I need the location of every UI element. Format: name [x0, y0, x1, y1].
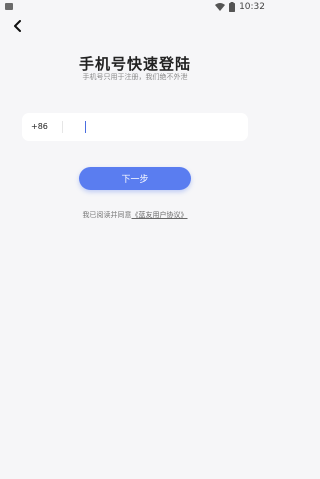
- page-subtitle: 手机号只用于注册，我们绝不外泄: [82, 73, 188, 81]
- field-divider: [62, 121, 63, 133]
- page-title: 手机号快速登陆: [78, 55, 191, 73]
- user-agreement-link[interactable]: 《蓝友用户协议》: [132, 211, 188, 219]
- next-step-button[interactable]: 下一步: [79, 167, 191, 190]
- back-button[interactable]: [9, 17, 27, 35]
- wifi-icon: [215, 3, 226, 11]
- phone-field-container[interactable]: +86: [22, 113, 255, 141]
- notification-square-icon: [5, 3, 13, 10]
- text-cursor: [85, 121, 86, 133]
- agreement-text: 我已阅读并同意《蓝友用户协议》: [0, 210, 270, 220]
- status-indicators: 10:32: [215, 1, 265, 13]
- battery-icon: [229, 2, 236, 12]
- phone-input[interactable]: [66, 117, 255, 137]
- chevron-left-icon: [13, 17, 23, 36]
- country-code[interactable]: +86: [31, 113, 48, 141]
- status-bar: 10:32: [0, 0, 270, 14]
- agreement-prefix: 我已阅读并同意: [82, 211, 132, 219]
- status-time: 10:32: [239, 2, 265, 12]
